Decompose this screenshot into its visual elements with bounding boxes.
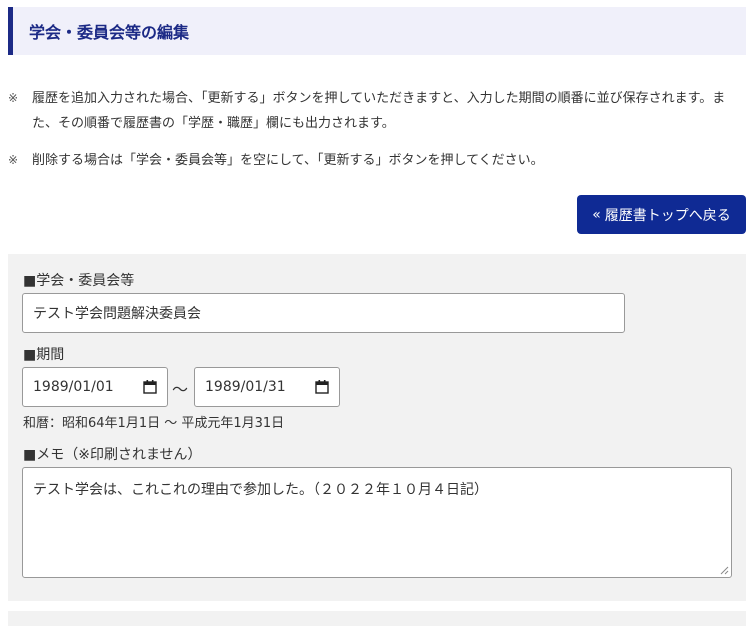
period-separator: ～ xyxy=(172,380,189,399)
resize-grip-icon[interactable] xyxy=(719,565,729,575)
calendar-icon[interactable] xyxy=(315,380,329,394)
start-date-value: 1989/01/01 xyxy=(33,379,114,395)
double-chevron-left-icon: « xyxy=(592,206,601,223)
start-date-input[interactable]: 1989/01/01 xyxy=(22,367,168,407)
period-label: ■期間 xyxy=(23,347,65,363)
note-text: 削除する場合は「学会・委員会等」を空にして、「更新する」ボタンを押してください。 xyxy=(32,153,544,168)
edit-form-panel: ■学会・委員会等 テスト学会問題解決委員会 ■期間 1989/01/01 ～ 1… xyxy=(8,254,746,601)
end-date-input[interactable]: 1989/01/31 xyxy=(194,367,340,407)
committee-input[interactable]: テスト学会問題解決委員会 xyxy=(22,293,625,333)
back-to-resume-top-button[interactable]: « 履歴書トップへ戻る xyxy=(577,195,746,234)
calendar-icon[interactable] xyxy=(143,380,157,394)
memo-textarea[interactable]: テスト学会は、これこれの理由で参加した。（２０２２年１０月４日記） xyxy=(22,467,732,578)
page-header: 学会・委員会等の編集 xyxy=(8,7,746,55)
end-date-value: 1989/01/31 xyxy=(205,379,286,395)
committee-value: テスト学会問題解決委員会 xyxy=(33,306,201,322)
note-update: ※ 履歴を追加入力された場合、「更新する」ボタンを押していただきますと、入力した… xyxy=(8,86,746,136)
memo-label: ■メモ（※印刷されません） xyxy=(23,447,202,463)
note-delete: ※ 削除する場合は「学会・委員会等」を空にして、「更新する」ボタンを押してくださ… xyxy=(8,148,746,173)
back-button-label: 履歴書トップへ戻る xyxy=(604,207,731,224)
note-mark: ※ xyxy=(8,91,19,105)
japanese-era-date: 和暦：昭和64年1月1日 ～ 平成元年1月31日 xyxy=(23,416,285,431)
note-mark: ※ xyxy=(8,153,19,167)
notes: ※ 履歴を追加入力された場合、「更新する」ボタンを押していただきますと、入力した… xyxy=(8,86,746,185)
page-title: 学会・委員会等の編集 xyxy=(29,23,190,42)
next-form-panel xyxy=(8,611,746,626)
memo-value: テスト学会は、これこれの理由で参加した。（２０２２年１０月４日記） xyxy=(33,482,488,498)
note-text: 履歴を追加入力された場合、「更新する」ボタンを押していただきますと、入力した期間… xyxy=(32,91,726,131)
committee-label: ■学会・委員会等 xyxy=(23,273,135,289)
